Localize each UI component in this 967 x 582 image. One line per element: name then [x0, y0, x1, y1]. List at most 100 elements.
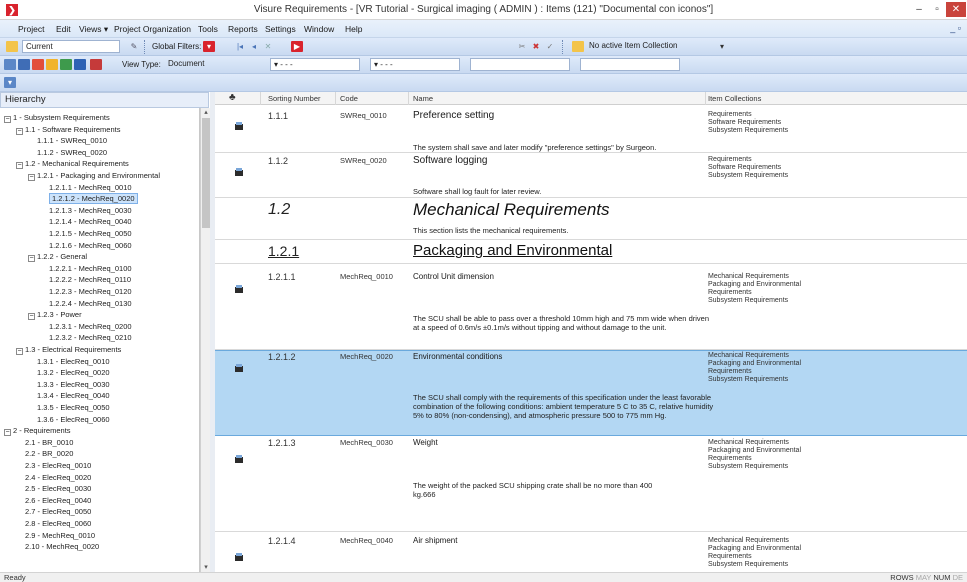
column-name[interactable]: Name	[413, 94, 433, 103]
collapse-icon[interactable]: −	[16, 162, 23, 170]
export-icon[interactable]	[32, 59, 44, 70]
check-icon[interactable]: ✓	[544, 41, 556, 52]
tree-item[interactable]: −2 - Requirements	[4, 425, 71, 437]
tree-item[interactable]: 1.2.2.1 - MechReq_0100	[49, 263, 132, 274]
word-icon[interactable]	[74, 59, 86, 70]
tree-item[interactable]: 1.2.2.3 - MechReq_0120	[49, 286, 132, 297]
clear-icon[interactable]: ✖	[530, 41, 542, 52]
view-option-select-2[interactable]: ▾ - - -	[370, 58, 460, 71]
table-row[interactable]: 1.2.1.1 MechReq_0010 Control Unit dimens…	[215, 264, 967, 350]
collapse-icon[interactable]: −	[4, 429, 11, 437]
tree-item[interactable]: 1.3.1 - ElecReq_0010	[37, 356, 110, 367]
tree-item[interactable]: 2.1 - BR_0010	[25, 437, 73, 448]
minimize-button[interactable]: –	[911, 2, 927, 17]
collapse-icon[interactable]: −	[16, 127, 23, 135]
tree-item[interactable]: 2.4 - ElecReq_0020	[25, 472, 91, 483]
menu-tools[interactable]: Tools	[198, 24, 218, 34]
tree-item[interactable]: 2.9 - MechReq_0010	[25, 530, 95, 541]
excel-icon[interactable]	[60, 59, 72, 70]
tree-item[interactable]: 1.2.1.4 - MechReq_0040	[49, 216, 132, 227]
table-row[interactable]: 1.1.2 SWReq_0020 Software logging Softwa…	[215, 153, 967, 198]
tree-item[interactable]: 1.3.4 - ElecReq_0040	[37, 390, 110, 401]
pencil-icon[interactable]: ✎	[128, 41, 140, 52]
column-item-collections[interactable]: Item Collections	[708, 94, 761, 103]
tree-item[interactable]: 2.5 - ElecReq_0030	[25, 483, 91, 494]
tree-item[interactable]: −1 - Subsystem Requirements	[4, 112, 110, 123]
menu-project-organization[interactable]: Project Organization	[114, 24, 191, 34]
view-option-select-4[interactable]	[580, 58, 680, 71]
tree-item[interactable]: 1.2.1.5 - MechReq_0050	[49, 228, 132, 239]
tree-item[interactable]: 2.2 - BR_0020	[25, 448, 73, 459]
collection-dropdown-icon[interactable]: ▾	[716, 41, 728, 52]
column-divider[interactable]	[408, 92, 409, 105]
view-option-select-3[interactable]	[470, 58, 570, 71]
run-icon[interactable]: ▶	[291, 41, 303, 52]
baseline-select[interactable]: Current	[22, 40, 120, 53]
scroll-thumb[interactable]	[202, 118, 210, 228]
menu-views[interactable]: Views ▾	[79, 24, 108, 35]
close-button[interactable]: ✕	[946, 2, 966, 17]
tree-item[interactable]: −1.3 - Electrical Requirements	[16, 344, 121, 355]
type-column-icon[interactable]: ♣	[229, 92, 236, 103]
table-row-selected[interactable]: 1.2.1.2 MechReq_0020 Environmental condi…	[215, 350, 967, 436]
table-row[interactable]: 1.2.1.3 MechReq_0030 Weight The weight o…	[215, 436, 967, 532]
tree-item[interactable]: −1.2 - Mechanical Requirements	[16, 158, 129, 170]
tree-item[interactable]: 1.2.3.2 - MechReq_0210	[49, 332, 132, 343]
save-icon[interactable]	[18, 59, 30, 70]
mdi-controls[interactable]: _ ▫	[950, 23, 961, 33]
column-divider[interactable]	[260, 92, 261, 105]
items-grid[interactable]: ♣ Sorting Number Code Name Item Collecti…	[215, 92, 967, 572]
menu-reports[interactable]: Reports	[228, 24, 258, 34]
collapse-icon[interactable]: −	[28, 174, 35, 181]
tree-item[interactable]: 2.3 - ElecReq_0010	[25, 460, 91, 471]
maximize-button[interactable]: ▫	[929, 2, 945, 17]
collapse-icon[interactable]: −	[16, 348, 23, 355]
collapse-icon[interactable]: −	[28, 313, 35, 321]
new-item-icon[interactable]	[4, 59, 16, 70]
filter-toggle-icon[interactable]: ▾	[4, 77, 16, 88]
menu-project[interactable]: Project	[18, 24, 44, 34]
column-divider[interactable]	[705, 92, 706, 105]
delete-icon[interactable]: ✕	[262, 41, 274, 52]
tree-item[interactable]: 1.3.5 - ElecReq_0050	[37, 402, 110, 413]
tree-item[interactable]: 1.2.3.1 - MechReq_0200	[49, 321, 132, 332]
hierarchy-tree[interactable]: −1 - Subsystem Requirements −1.1 - Softwa…	[0, 108, 200, 572]
collapse-icon[interactable]: −	[28, 255, 35, 263]
tree-item[interactable]: 2.6 - ElecReq_0040	[25, 495, 91, 506]
tree-item[interactable]: 1.2.2.4 - MechReq_0130	[49, 298, 132, 309]
tree-item[interactable]: 2.7 - ElecReq_0050	[25, 506, 91, 517]
tree-item[interactable]: 2.10 - MechReq_0020	[25, 541, 99, 552]
column-divider[interactable]	[335, 92, 336, 105]
tree-item[interactable]: −1.2.2 - General	[28, 251, 87, 263]
cut-icon[interactable]: ✂	[516, 41, 528, 52]
first-page-icon[interactable]: |◂	[234, 41, 246, 52]
tree-item-selected[interactable]: 1.2.1.2 - MechReq_0020	[49, 193, 138, 205]
tree-item[interactable]: 1.2.2.2 - MechReq_0110	[49, 274, 131, 285]
heading-row[interactable]: 1.2.1 Packaging and Environmental	[215, 240, 967, 264]
tree-item[interactable]: −1.2.1 - Packaging and Environmental	[28, 170, 160, 181]
tree-item[interactable]: 1.3.3 - ElecReq_0030	[37, 379, 110, 390]
column-sorting-number[interactable]: Sorting Number	[268, 94, 321, 103]
tree-item[interactable]: −1.2.3 - Power	[28, 309, 82, 321]
table-row[interactable]: 1.2.1.4 MechReq_0040 Air shipment Mechan…	[215, 532, 967, 572]
previous-icon[interactable]: ◂	[248, 41, 260, 52]
tree-item[interactable]: 1.1.2 - SWReq_0020	[37, 147, 107, 158]
heading-row[interactable]: 1.2 Mechanical Requirements This section…	[215, 198, 967, 240]
tree-item[interactable]: 1.2.1.6 - MechReq_0060	[49, 240, 132, 251]
folder-icon[interactable]	[46, 59, 58, 70]
tree-item[interactable]: 1.2.1.1 - MechReq_0010	[49, 182, 132, 193]
view-option-select[interactable]: ▾ - - -	[270, 58, 360, 71]
column-code[interactable]: Code	[340, 94, 358, 103]
menu-edit[interactable]: Edit	[56, 24, 71, 34]
table-row[interactable]: 1.1.1 SWReq_0010 Preference setting The …	[215, 105, 967, 153]
view-type-select[interactable]: Document	[165, 58, 263, 71]
tree-item[interactable]: 1.2.1.3 - MechReq_0030	[49, 205, 132, 216]
tree-item[interactable]: 1.1.1 - SWReq_0010	[37, 135, 107, 146]
menu-window[interactable]: Window	[304, 24, 334, 34]
open-folder-icon[interactable]	[6, 41, 18, 52]
filter-icon[interactable]: ▾	[203, 41, 215, 52]
tree-item[interactable]: −1.1 - Software Requirements	[16, 124, 120, 135]
menu-help[interactable]: Help	[345, 24, 362, 34]
tree-item[interactable]: 1.3.6 - ElecReq_0060	[37, 414, 110, 425]
collapse-icon[interactable]: −	[4, 116, 11, 123]
